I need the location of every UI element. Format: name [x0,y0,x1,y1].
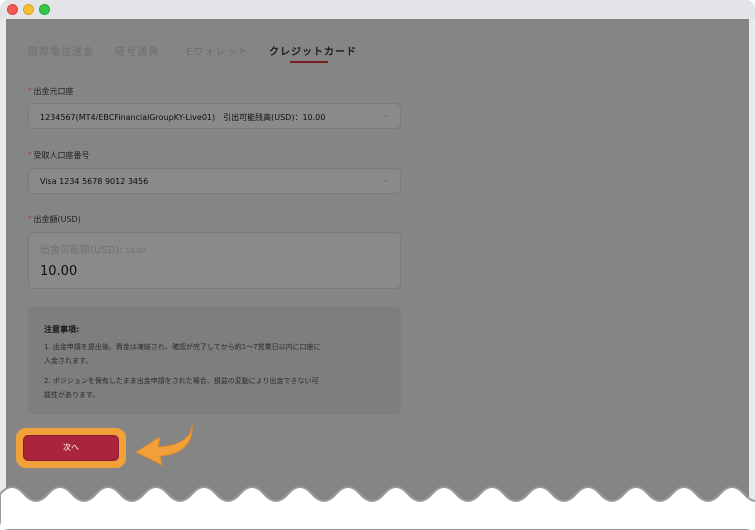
amount-placeholder-text: 出金可能額(USD): [40,245,123,256]
amount-value: 10.00 [40,264,78,279]
chevron-down-icon: ⌄ [381,175,389,185]
tab-credit-card[interactable]: クレジットカード [269,43,357,58]
amount-label-text: 出金額(USD) [33,215,81,224]
notice-line: 1. 出金申請を提出後、資金は凍結され、確認が完了してから約1～7営業日以内に口… [44,343,321,351]
pointer-arrow-icon [135,423,193,466]
required-mark: * [28,150,32,158]
torn-edge-decoration [0,486,755,530]
recipient-account-value: Visa 1234 5678 9012 3456 [40,177,149,186]
source-account-value: 1234567(MT4/EBCFinancialGroupKY-Live01) … [40,113,326,122]
notice-line: 能性があります。 [44,391,100,399]
recipient-account-select[interactable]: Visa 1234 5678 9012 3456 ⌄ [28,168,401,194]
next-button[interactable]: 次へ [23,435,119,461]
source-account-label: * 出金元口座 [28,86,74,97]
amount-input[interactable]: 出金可能額(USD): 10.00 10.00 [28,232,401,289]
source-account-label-text: 出金元口座 [33,87,74,96]
amount-label: * 出金額(USD) [28,214,81,225]
title-bar [0,0,755,19]
tab-crypto[interactable]: 暗号通貨 [115,43,159,58]
browser-window: 国際電信送金 暗号通貨 Eウォレット クレジットカード * 出金元口座 12345… [0,0,755,530]
required-mark: * [28,214,32,222]
withdrawal-form-panel: 国際電信送金 暗号通貨 Eウォレット クレジットカード * 出金元口座 12345… [6,19,749,530]
maximize-window-icon[interactable] [39,4,50,15]
chevron-down-icon: ⌄ [381,110,389,120]
close-window-icon[interactable] [7,4,18,15]
required-mark: * [28,86,32,94]
tab-wire-transfer[interactable]: 国際電信送金 [28,43,94,58]
amount-placeholder: 出金可能額(USD): 10.00 [40,241,146,256]
notice-title: 注意事項: [44,325,80,334]
amount-placeholder-value: 10.00 [125,247,146,255]
notice-line: 入金されます。 [44,357,93,365]
next-button-highlight: 次へ [16,428,126,468]
notice-box: 注意事項: 1. 出金申請を提出後、資金は凍結され、確認が完了してから約1～7営… [28,307,401,415]
active-tab-indicator [290,61,328,63]
recipient-account-label-text: 受取人口座番号 [33,151,90,160]
source-account-select[interactable]: 1234567(MT4/EBCFinancialGroupKY-Live01) … [28,103,401,129]
tab-e-wallet[interactable]: Eウォレット [186,43,248,58]
recipient-account-label: * 受取人口座番号 [28,150,90,161]
minimize-window-icon[interactable] [23,4,34,15]
notice-line: 2. ポジションを保有したまま出金申請をされた場合、損益の変動により出金できない… [44,377,319,385]
